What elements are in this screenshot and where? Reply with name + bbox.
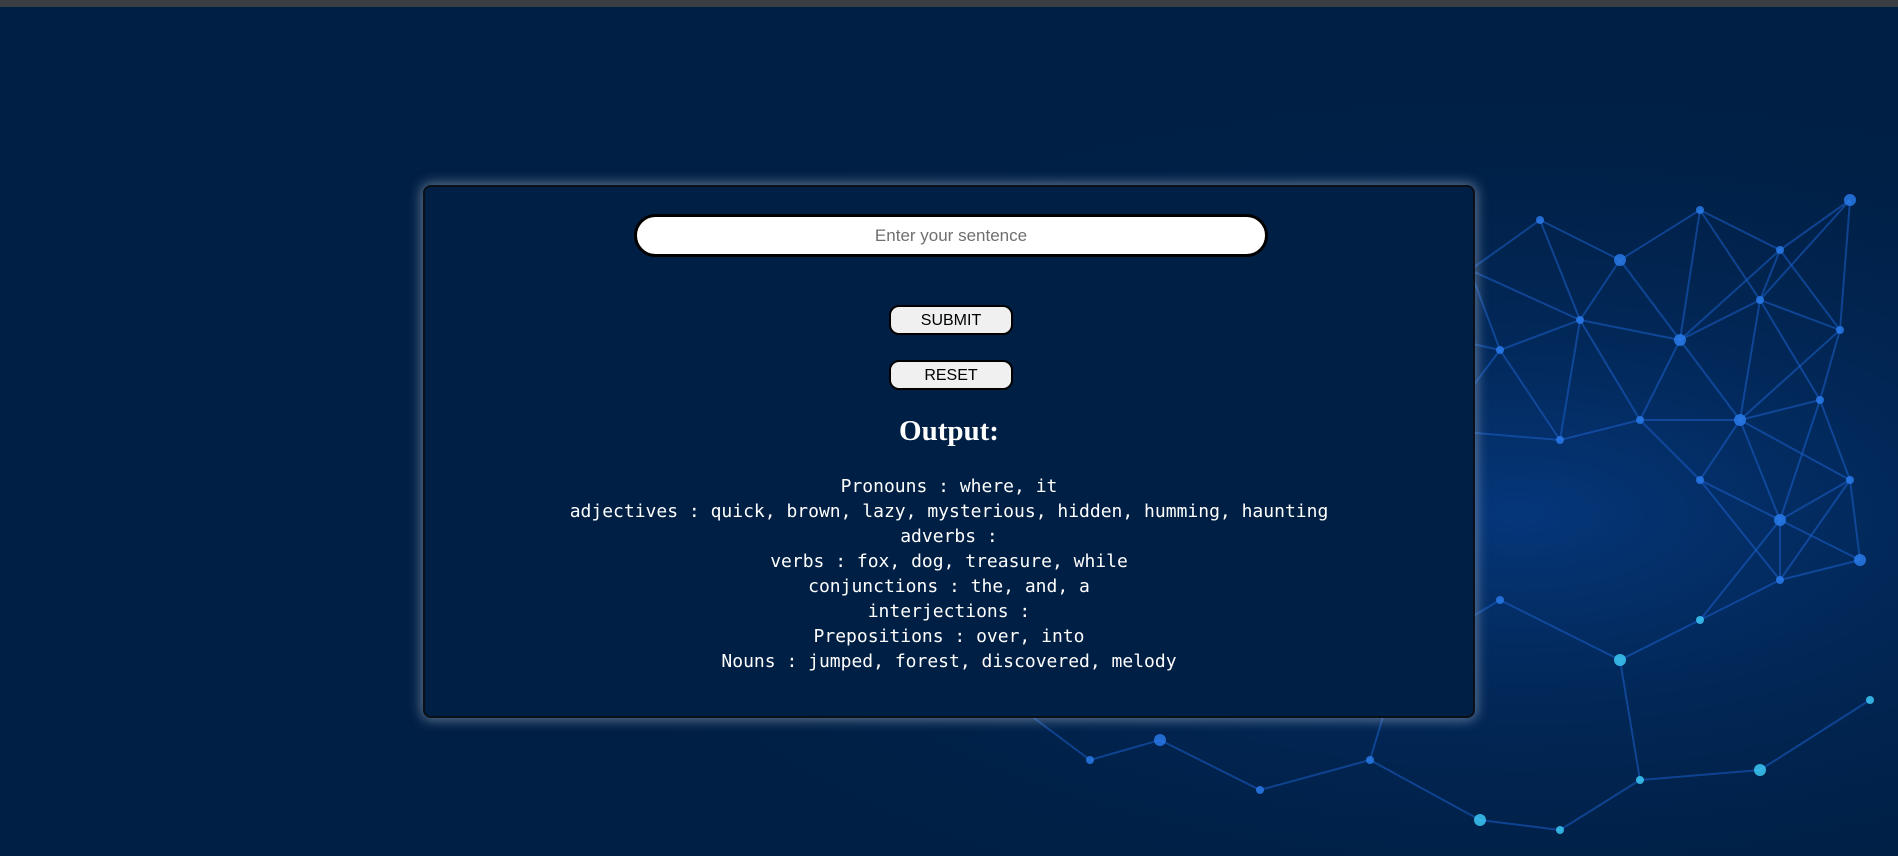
network-node — [1844, 194, 1856, 206]
output-line-adverbs: adverbs : — [900, 526, 998, 547]
network-node — [1866, 696, 1874, 704]
network-node — [1754, 764, 1766, 776]
network-node — [1636, 776, 1644, 784]
network-node — [1154, 734, 1166, 746]
network-node — [1576, 316, 1584, 324]
network-node — [1496, 596, 1504, 604]
network-node — [1836, 326, 1844, 334]
output-heading: Output: — [899, 415, 999, 447]
network-node — [1696, 476, 1704, 484]
network-node — [1636, 416, 1644, 424]
network-node — [1846, 476, 1854, 484]
network-node — [1774, 514, 1786, 526]
network-node — [1756, 296, 1764, 304]
network-node — [1556, 436, 1564, 444]
network-node — [1496, 346, 1504, 354]
sentence-analyzer-panel: SUBMIT RESET Output: Pronouns : where, i… — [423, 185, 1475, 718]
output-line-nouns: Nouns : jumped, forest, discovered, melo… — [721, 651, 1177, 672]
output-line-pronouns: Pronouns : where, it — [840, 476, 1058, 497]
output-line-prepositions: Prepositions : over, into — [813, 626, 1085, 647]
network-node — [1256, 786, 1264, 794]
network-node — [1614, 654, 1626, 666]
reset-button[interactable]: RESET — [889, 360, 1013, 390]
network-node — [1776, 246, 1784, 254]
network-node — [1556, 826, 1564, 834]
network-node — [1776, 576, 1784, 584]
sentence-input[interactable] — [634, 214, 1268, 257]
output-line-conjunctions: conjunctions : the, and, a — [808, 576, 1090, 597]
output-list: Pronouns : where, it adjectives : quick,… — [425, 474, 1473, 674]
submit-button[interactable]: SUBMIT — [889, 305, 1013, 335]
output-line-interjections: interjections : — [867, 601, 1031, 622]
network-node — [1854, 554, 1866, 566]
network-node — [1614, 254, 1626, 266]
network-node — [1536, 216, 1544, 224]
network-node — [1086, 756, 1094, 764]
network-node — [1734, 414, 1746, 426]
output-line-verbs: verbs : fox, dog, treasure, while — [770, 551, 1128, 572]
network-node — [1696, 206, 1704, 214]
output-line-adjectives: adjectives : quick, brown, lazy, mysteri… — [569, 501, 1329, 522]
network-node — [1474, 814, 1486, 826]
network-node — [1816, 396, 1824, 404]
network-node — [1696, 616, 1704, 624]
network-node — [1366, 756, 1374, 764]
network-node — [1674, 334, 1686, 346]
